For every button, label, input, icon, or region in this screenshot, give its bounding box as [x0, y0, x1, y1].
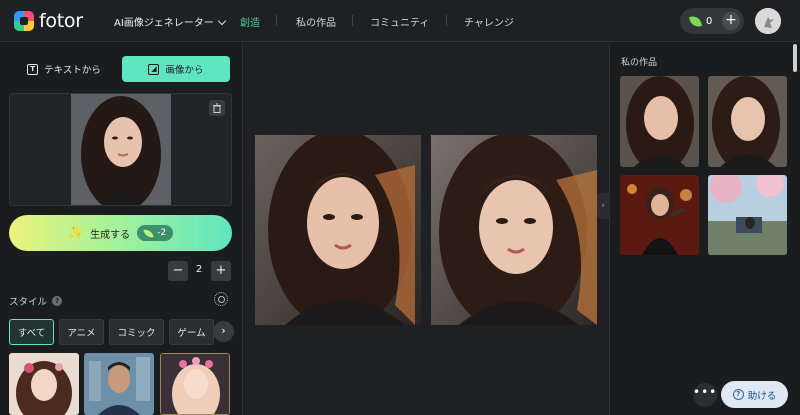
- my-work-thumbnail[interactable]: [708, 175, 787, 255]
- nav-my-works[interactable]: 私の作品: [296, 14, 336, 29]
- nav-ai-generator-dropdown[interactable]: AI画像ジェネレーター: [114, 14, 227, 29]
- style-chip-comic[interactable]: コミック: [109, 319, 164, 345]
- logo-text: fotor: [39, 10, 83, 32]
- uploaded-photo: [71, 94, 171, 205]
- style-chip-anime[interactable]: アニメ: [59, 319, 104, 345]
- trash-icon: [213, 103, 221, 113]
- style-label: スタイル: [9, 297, 48, 308]
- credit-count: 0: [706, 15, 713, 27]
- generate-cost: -2: [157, 228, 167, 238]
- generated-image[interactable]: [431, 135, 597, 325]
- my-work-thumbnail[interactable]: [708, 76, 787, 167]
- result-canvas: ›: [244, 43, 609, 415]
- collapse-panel-button[interactable]: ›: [597, 193, 609, 219]
- generate-label: 生成する: [90, 229, 131, 241]
- nav-ai-generator-label: AI画像ジェネレーター: [114, 18, 214, 29]
- chevron-down-icon: [217, 16, 227, 26]
- tab-text-label: テキストから: [44, 65, 101, 76]
- style-thumbnail[interactable]: [9, 353, 79, 415]
- tab-text-to-image[interactable]: T テキストから: [10, 56, 118, 82]
- gear-icon[interactable]: [214, 292, 228, 306]
- leaf-credit-icon: [689, 14, 702, 28]
- tab-image-label: 画像から: [165, 65, 204, 76]
- user-avatar[interactable]: [755, 8, 781, 34]
- left-panel: T テキストから ◢ 画像から ✨ 生成する -2 − 2 + スタイル ? す…: [0, 43, 243, 415]
- scrollbar[interactable]: [793, 44, 797, 72]
- quantity-stepper: − 2 +: [0, 261, 243, 281]
- generate-button[interactable]: ✨ 生成する -2: [9, 215, 232, 251]
- top-bar: fotor AI画像ジェネレーター 創造 私の作品 コミュニティ チャレンジ 0…: [0, 0, 800, 42]
- style-thumbnail[interactable]: [84, 353, 154, 415]
- nav-divider: [446, 15, 447, 26]
- help-button[interactable]: ? 助ける: [721, 381, 788, 408]
- help-icon[interactable]: ?: [52, 296, 63, 306]
- bird-avatar-icon: [755, 8, 781, 34]
- text-icon: T: [27, 63, 39, 75]
- quantity-value: 2: [195, 264, 203, 275]
- chevron-right-icon[interactable]: ›: [213, 321, 234, 342]
- nav-community[interactable]: コミュニティ: [370, 14, 429, 29]
- leaf-icon: [143, 227, 154, 239]
- magic-wand-icon: ✨: [67, 225, 85, 241]
- uploaded-image-box[interactable]: [9, 93, 232, 206]
- generate-cost-badge: -2: [137, 225, 174, 241]
- help-label: 助ける: [747, 390, 777, 402]
- nav-create[interactable]: 創造: [240, 14, 260, 29]
- more-options-button[interactable]: •••: [693, 383, 717, 407]
- my-work-thumbnail[interactable]: [620, 76, 699, 167]
- my-works-panel: 私の作品 ••• ? 助ける: [609, 43, 800, 415]
- nav-challenge[interactable]: チャレンジ: [464, 14, 514, 29]
- decrease-quantity-button[interactable]: −: [168, 261, 188, 281]
- tab-image-to-image[interactable]: ◢ 画像から: [122, 56, 230, 82]
- credits-pill[interactable]: 0 +: [680, 8, 744, 34]
- chevron-right-icon: ›: [601, 201, 605, 211]
- help-icon: ?: [732, 389, 744, 400]
- my-works-title: 私の作品: [621, 58, 658, 68]
- style-chip-game[interactable]: ゲーム: [169, 319, 214, 345]
- style-chip-all[interactable]: すべて: [9, 319, 54, 345]
- increase-quantity-button[interactable]: +: [211, 261, 231, 281]
- logo-icon: [14, 11, 34, 31]
- delete-image-button[interactable]: [209, 100, 225, 116]
- image-icon: ◢: [148, 63, 160, 75]
- nav-divider: [352, 15, 353, 26]
- add-credits-button[interactable]: +: [722, 12, 740, 30]
- style-thumbnail[interactable]: [160, 353, 230, 415]
- my-work-thumbnail[interactable]: [620, 175, 699, 255]
- generated-image[interactable]: [255, 135, 421, 325]
- style-heading: スタイル ?: [9, 294, 63, 308]
- nav-divider: [276, 15, 277, 26]
- fotor-logo[interactable]: fotor: [14, 10, 83, 32]
